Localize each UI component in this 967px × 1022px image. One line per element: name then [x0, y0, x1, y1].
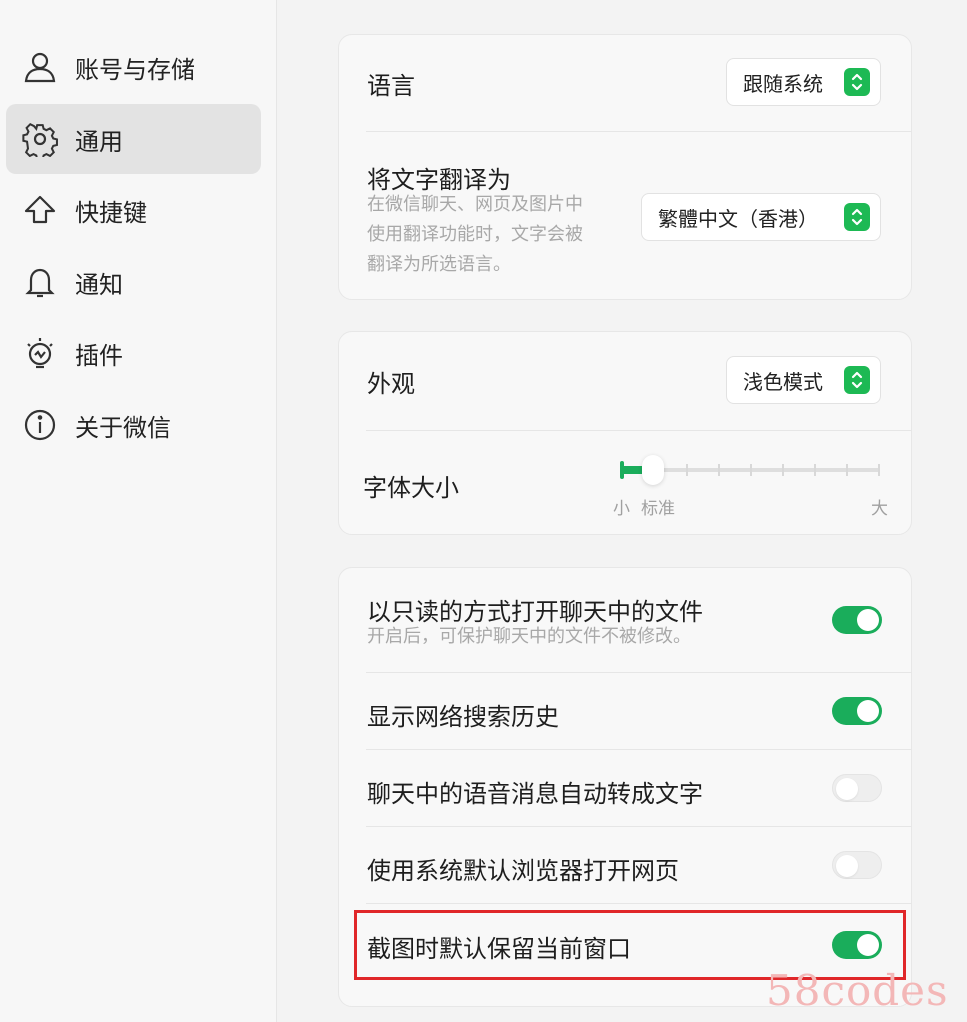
sidebar-item-shortcuts[interactable]: 快捷键: [6, 175, 261, 245]
option-label: 聊天中的语音消息自动转成文字: [367, 780, 703, 808]
sidebar-item-account-storage[interactable]: 账号与存储: [6, 32, 261, 102]
option-label: 显示网络搜索历史: [367, 703, 559, 731]
sidebar-item-label: 关于微信: [75, 413, 171, 442]
plugin-bulb-icon: [22, 335, 58, 371]
sidebar: 账号与存储 通用 快捷键 通知 插件 关于微信: [0, 0, 277, 1022]
translate-language-select[interactable]: 繁體中文（香港）: [641, 193, 881, 241]
language-select-value: 跟随系统: [743, 71, 823, 96]
divider: [366, 131, 912, 132]
sidebar-item-plugins[interactable]: 插件: [6, 318, 261, 388]
sidebar-item-label: 快捷键: [75, 198, 147, 227]
watermark: 58codes: [766, 966, 949, 1015]
translate-description: 在微信聊天、网页及图片中: [367, 194, 583, 215]
sidebar-item-label: 通知: [75, 270, 123, 299]
appearance-select[interactable]: 浅色模式: [726, 356, 881, 404]
toggle-voice-to-text[interactable]: [832, 774, 882, 802]
font-size-max-label: 大: [871, 499, 888, 519]
slider-tick: [814, 464, 816, 476]
chevron-up-down-icon: [844, 203, 870, 231]
sidebar-item-notifications[interactable]: 通知: [6, 247, 261, 317]
sidebar-item-about[interactable]: 关于微信: [6, 390, 261, 460]
appearance-label: 外观: [367, 370, 415, 398]
sidebar-item-label: 插件: [75, 341, 123, 370]
divider: [366, 749, 912, 750]
font-size-slider-thumb[interactable]: [642, 455, 664, 485]
slider-tick: [686, 464, 688, 476]
language-select[interactable]: 跟随系统: [726, 58, 881, 106]
slider-tick: [846, 464, 848, 476]
divider: [366, 826, 912, 827]
user-icon: [22, 49, 58, 85]
chevron-up-down-icon: [844, 68, 870, 96]
divider: [366, 430, 912, 431]
font-size-min-label: 小: [613, 499, 630, 519]
info-icon: [22, 407, 58, 443]
font-size-standard-label: 标准: [641, 499, 675, 519]
divider: [366, 903, 912, 904]
arrow-up-icon: [22, 192, 58, 228]
toggle-system-browser[interactable]: [832, 851, 882, 879]
slider-tick: [878, 464, 880, 476]
sidebar-item-label: 通用: [75, 127, 123, 156]
appearance-select-value: 浅色模式: [743, 369, 823, 394]
divider: [366, 672, 912, 673]
gear-icon: [22, 121, 58, 157]
sidebar-item-general[interactable]: 通用: [6, 104, 261, 174]
toggle-readonly-files[interactable]: [832, 606, 882, 634]
slider-tick: [718, 464, 720, 476]
chevron-up-down-icon: [844, 366, 870, 394]
slider-tick: [782, 464, 784, 476]
language-label: 语言: [367, 72, 415, 100]
option-description: 开启后，可保护聊天中的文件不被修改。: [367, 626, 691, 647]
translate-description: 使用翻译功能时，文字会被: [367, 224, 583, 245]
font-size-label: 字体大小: [363, 474, 459, 502]
font-size-slider-start: [620, 461, 624, 479]
translate-description: 翻译为所选语言。: [367, 254, 511, 275]
slider-tick: [750, 464, 752, 476]
sidebar-item-label: 账号与存储: [75, 55, 195, 84]
option-label: 使用系统默认浏览器打开网页: [367, 857, 679, 885]
toggle-search-history[interactable]: [832, 697, 882, 725]
translate-select-value: 繁體中文（香港）: [658, 206, 818, 231]
bell-icon: [22, 264, 58, 300]
